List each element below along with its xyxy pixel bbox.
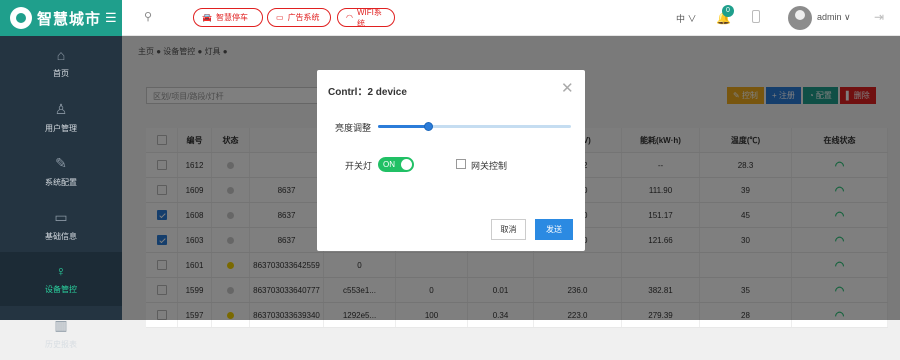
wrench-icon: ✎ — [55, 154, 67, 171]
sidebar-item-device-control[interactable]: ♀ 设备管控 — [0, 252, 122, 306]
user-menu[interactable]: admin ∨ — [817, 12, 851, 23]
sidebar-item-label: 用户管理 — [45, 123, 77, 133]
home-icon: ⌂ — [56, 47, 66, 63]
close-icon[interactable]: ✕ — [561, 79, 574, 97]
screen-icon: ▭ — [276, 13, 284, 22]
nav-label: 广告系统 — [287, 13, 320, 22]
brightness-label: 亮度调整 — [335, 123, 372, 133]
switch-label: 开关灯 — [345, 161, 373, 171]
send-button[interactable]: 发送 — [535, 219, 573, 240]
cancel-button[interactable]: 取消 — [491, 219, 526, 240]
nav-wifi-system[interactable]: ◠ WIFI系统 — [337, 7, 395, 28]
user-icon: ♙ — [54, 100, 68, 117]
sidebar-item-label: 基础信息 — [45, 231, 77, 241]
sidebar-item-history-report[interactable]: ▥ 历史报表 — [0, 306, 122, 360]
search-icon[interactable]: ⚲ — [144, 10, 152, 23]
sidebar: ⌂ 首页 ♙ 用户管理 ✎ 系统配置 ▭ 基础信息 ♀ 设备管控 ▥ 历史报表 — [0, 36, 122, 349]
sidebar-item-system-config[interactable]: ✎ 系统配置 — [0, 144, 122, 198]
sidebar-item-label: 首页 — [53, 69, 69, 78]
logout-icon[interactable]: ⇥ — [874, 10, 884, 24]
brightness-slider[interactable] — [378, 122, 571, 131]
app-logo-area: 智慧城市 ☰ — [0, 0, 122, 36]
sidebar-item-label: 系统配置 — [45, 177, 77, 187]
sidebar-item-label: 历史报表 — [45, 339, 77, 349]
avatar[interactable] — [788, 6, 812, 30]
control-dialog: Contrl：2 device ✕ 亮度调整 开关灯 ON 网关控制 取消 发送 — [317, 70, 585, 251]
sidebar-item-label: 设备管控 — [45, 285, 77, 294]
top-header: 智慧城市 ☰ ⚲ 🚘 智慧停车 ▭ 广告系统 ◠ WIFI系统 中 ∨ 🔔 0 adm… — [0, 0, 900, 36]
app-title: 智慧城市 — [37, 10, 102, 28]
sidebar-item-users[interactable]: ♙ 用户管理 — [0, 90, 122, 144]
nav-label: WIFI系统 — [356, 7, 382, 28]
bulb-icon: ♀ — [55, 263, 67, 279]
light-switch-toggle[interactable]: ON — [378, 157, 414, 172]
phone-icon[interactable] — [752, 10, 760, 23]
notification-badge: 0 — [722, 5, 734, 17]
chart-icon: ▥ — [54, 316, 68, 333]
slider-fill — [378, 125, 429, 128]
menu-toggle-icon[interactable]: ☰ — [105, 10, 117, 26]
nav-label: 智慧停车 — [215, 13, 248, 22]
monitor-icon: ▭ — [54, 208, 68, 225]
slider-handle[interactable] — [424, 122, 434, 131]
car-icon: 🚘 — [202, 13, 212, 22]
gateway-label: 网关控制 — [471, 161, 508, 171]
dialog-title: Contrl：2 device — [328, 87, 407, 98]
nav-smart-parking[interactable]: 🚘 智慧停车 — [193, 8, 263, 27]
logo-icon — [10, 7, 32, 29]
language-select[interactable]: 中 ∨ — [676, 12, 697, 25]
wifi-icon: ◠ — [346, 13, 353, 22]
gateway-checkbox[interactable] — [456, 159, 466, 169]
nav-ad-system[interactable]: ▭ 广告系统 — [267, 8, 331, 27]
sidebar-item-home[interactable]: ⌂ 首页 — [0, 36, 122, 90]
sidebar-item-basic-info[interactable]: ▭ 基础信息 — [0, 198, 122, 252]
